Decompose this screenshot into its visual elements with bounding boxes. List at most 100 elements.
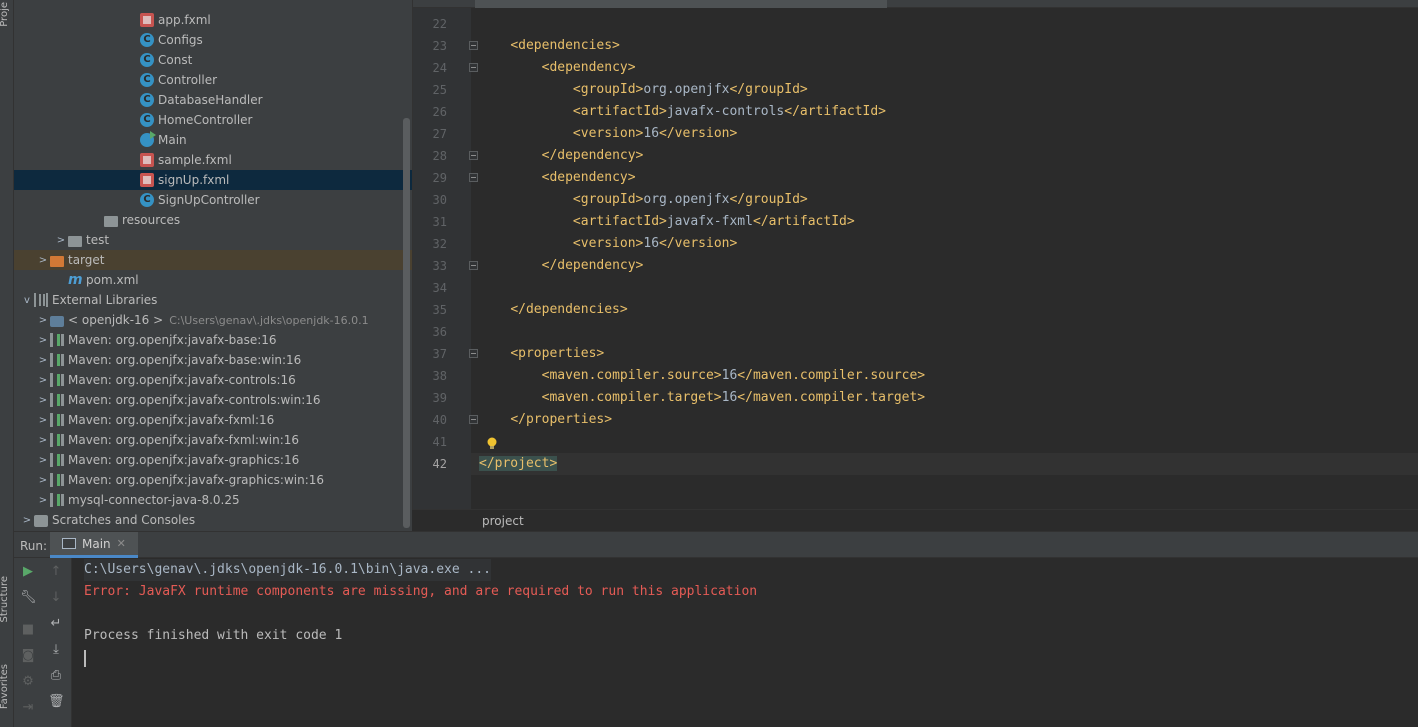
tree-item[interactable]: C Controller bbox=[14, 70, 412, 90]
tab-pom-xml[interactable] bbox=[475, 0, 887, 8]
chevron-down-icon[interactable]: v bbox=[20, 295, 34, 306]
tree-item[interactable]: C DatabaseHandler bbox=[14, 90, 412, 110]
chevron-right-icon[interactable]: > bbox=[36, 435, 50, 446]
close-icon[interactable]: ✕ bbox=[117, 537, 126, 550]
xml-tag: </version> bbox=[659, 126, 738, 141]
maven-library-icon bbox=[50, 473, 64, 487]
line-number: 25 bbox=[432, 83, 447, 97]
trash-icon[interactable]: 🗑︎ bbox=[48, 694, 65, 710]
gear-icon[interactable]: ⚙ bbox=[20, 674, 36, 690]
tree-item[interactable]: > Maven: org.openjfx:javafx-base:win:16 bbox=[14, 350, 412, 370]
wrench-icon[interactable]: 🔧︎ bbox=[20, 590, 37, 606]
code-line: <dependencies> bbox=[479, 35, 620, 57]
code-line: <artifactId>javafx-controls</artifactId> bbox=[479, 101, 886, 123]
tree-item[interactable]: C SignUpController bbox=[14, 190, 412, 210]
chevron-right-icon[interactable]: > bbox=[36, 335, 50, 346]
rerun-icon[interactable]: ▶ bbox=[20, 564, 36, 580]
console-error-line: Error: JavaFX runtime components are mis… bbox=[84, 584, 758, 599]
chevron-right-icon[interactable]: > bbox=[36, 255, 50, 266]
tree-item[interactable]: sample.fxml bbox=[14, 150, 412, 170]
tree-item[interactable]: Main bbox=[14, 130, 412, 150]
xml-tag: <maven.compiler.source> bbox=[541, 368, 722, 383]
tree-item[interactable]: > Maven: org.openjfx:javafx-fxml:16 bbox=[14, 410, 412, 430]
run-toolbar: ▶ ↑ 🔧︎ ↓ ↵ ■ ⤓ ◙ ⎙ ⚙ 🗑︎ ⇥ bbox=[14, 558, 72, 727]
code-line: <maven.compiler.source>16</maven.compile… bbox=[479, 365, 926, 387]
fold-marker-icon[interactable] bbox=[469, 261, 478, 270]
tree-item[interactable]: > Maven: org.openjfx:javafx-fxml:win:16 bbox=[14, 430, 412, 450]
editor-tab-bar bbox=[413, 0, 1418, 8]
tree-item[interactable]: app.fxml bbox=[14, 10, 412, 30]
xml-tag: <dependency> bbox=[541, 170, 636, 185]
tree-item[interactable]: > test bbox=[14, 230, 412, 250]
code-line: <dependency> bbox=[479, 57, 636, 79]
line-number: 23 bbox=[432, 39, 447, 53]
chevron-right-icon[interactable]: > bbox=[36, 475, 50, 486]
project-tool-tab[interactable]: Proje bbox=[0, 2, 10, 27]
scratches-icon bbox=[34, 514, 48, 527]
tree-item-label: mysql-connector-java-8.0.25 bbox=[68, 493, 240, 507]
code-line: </dependencies> bbox=[479, 299, 627, 321]
chevron-right-icon[interactable]: > bbox=[36, 315, 50, 326]
tree-item-path: C:\Users\genav\.jdks\openjdk-16.0.1 bbox=[169, 313, 369, 327]
scroll-to-end-icon[interactable]: ⤓ bbox=[48, 642, 64, 658]
tree-item[interactable]: > < openjdk-16 > C:\Users\genav\.jdks\open… bbox=[14, 310, 412, 330]
class-icon: C bbox=[140, 73, 154, 87]
tree-item[interactable]: resources bbox=[14, 210, 412, 230]
fold-marker-icon[interactable] bbox=[469, 41, 478, 50]
xml-tag: <properties> bbox=[510, 346, 605, 361]
fold-marker-icon[interactable] bbox=[469, 173, 478, 182]
chevron-right-icon[interactable]: > bbox=[36, 395, 50, 406]
tree-item[interactable]: > Maven: org.openjfx:javafx-base:16 bbox=[14, 330, 412, 350]
lightbulb-icon[interactable] bbox=[486, 437, 498, 451]
chevron-right-icon[interactable]: > bbox=[36, 375, 50, 386]
tree-item[interactable]: > target bbox=[14, 250, 412, 270]
tree-item-label: Controller bbox=[158, 73, 218, 87]
tree-item-label: SignUpController bbox=[158, 193, 260, 207]
fold-marker-icon[interactable] bbox=[469, 415, 478, 424]
tree-scrollbar[interactable] bbox=[403, 118, 410, 528]
tree-item[interactable]: C HomeController bbox=[14, 110, 412, 130]
chevron-right-icon[interactable]: > bbox=[36, 455, 50, 466]
tree-item[interactable]: signUp.fxml bbox=[14, 170, 412, 190]
tree-item[interactable]: m pom.xml bbox=[14, 270, 412, 290]
fold-marker-icon[interactable] bbox=[469, 63, 478, 72]
tree-item[interactable]: > Maven: org.openjfx:javafx-controls:win:… bbox=[14, 390, 412, 410]
tree-item[interactable]: > mysql-connector-java-8.0.25 bbox=[14, 490, 412, 510]
breadcrumb-item-project[interactable]: project bbox=[482, 514, 524, 528]
maven-library-icon bbox=[50, 393, 64, 407]
tree-item[interactable]: C Const bbox=[14, 50, 412, 70]
chevron-right-icon[interactable]: > bbox=[54, 235, 68, 246]
line-number: 33 bbox=[432, 259, 447, 273]
exit-icon[interactable]: ⇥ bbox=[20, 700, 36, 716]
print-icon[interactable]: ⎙ bbox=[48, 668, 64, 684]
structure-tool-tab[interactable]: Structure bbox=[0, 576, 10, 623]
tree-item[interactable]: > Maven: org.openjfx:javafx-graphics:16 bbox=[14, 450, 412, 470]
chevron-right-icon[interactable]: > bbox=[36, 355, 50, 366]
tree-item[interactable]: > Scratches and Consoles bbox=[14, 510, 412, 530]
console-output[interactable]: C:\Users\genav\.jdks\openjdk-16.0.1\bin\… bbox=[72, 558, 1418, 727]
chevron-right-icon[interactable]: > bbox=[36, 415, 50, 426]
camera-icon[interactable]: ◙ bbox=[20, 648, 36, 664]
tree-item-label: Const bbox=[158, 53, 193, 67]
tree-item[interactable]: v External Libraries bbox=[14, 290, 412, 310]
favorites-tool-tab[interactable]: Favorites bbox=[0, 664, 10, 709]
editor[interactable]: 22 23 24 25 26 27 28 29 30 31 32 33 34 35 36 37 38 39 40 41… bbox=[412, 0, 1418, 509]
down-arrow-icon[interactable]: ↓ bbox=[48, 590, 64, 606]
soft-wrap-icon[interactable]: ↵ bbox=[48, 616, 64, 632]
tree-item[interactable]: C Configs bbox=[14, 30, 412, 50]
maven-library-icon bbox=[50, 373, 64, 387]
line-number: 32 bbox=[432, 237, 447, 251]
tree-item[interactable]: > Maven: org.openjfx:javafx-controls:16 bbox=[14, 370, 412, 390]
up-arrow-icon[interactable]: ↑ bbox=[48, 564, 64, 580]
run-tab-main[interactable]: Main ✕ bbox=[50, 532, 138, 558]
fold-marker-icon[interactable] bbox=[469, 151, 478, 160]
tree-item-label: Maven: org.openjfx:javafx-controls:win:1… bbox=[68, 393, 321, 407]
fold-marker-icon[interactable] bbox=[469, 349, 478, 358]
chevron-right-icon[interactable]: > bbox=[36, 495, 50, 506]
tree-item[interactable]: > Maven: org.openjfx:javafx-graphics:win:… bbox=[14, 470, 412, 490]
tree-item-label: Scratches and Consoles bbox=[52, 513, 196, 527]
stop-icon[interactable]: ■ bbox=[20, 622, 36, 638]
chevron-right-icon[interactable]: > bbox=[20, 515, 34, 526]
